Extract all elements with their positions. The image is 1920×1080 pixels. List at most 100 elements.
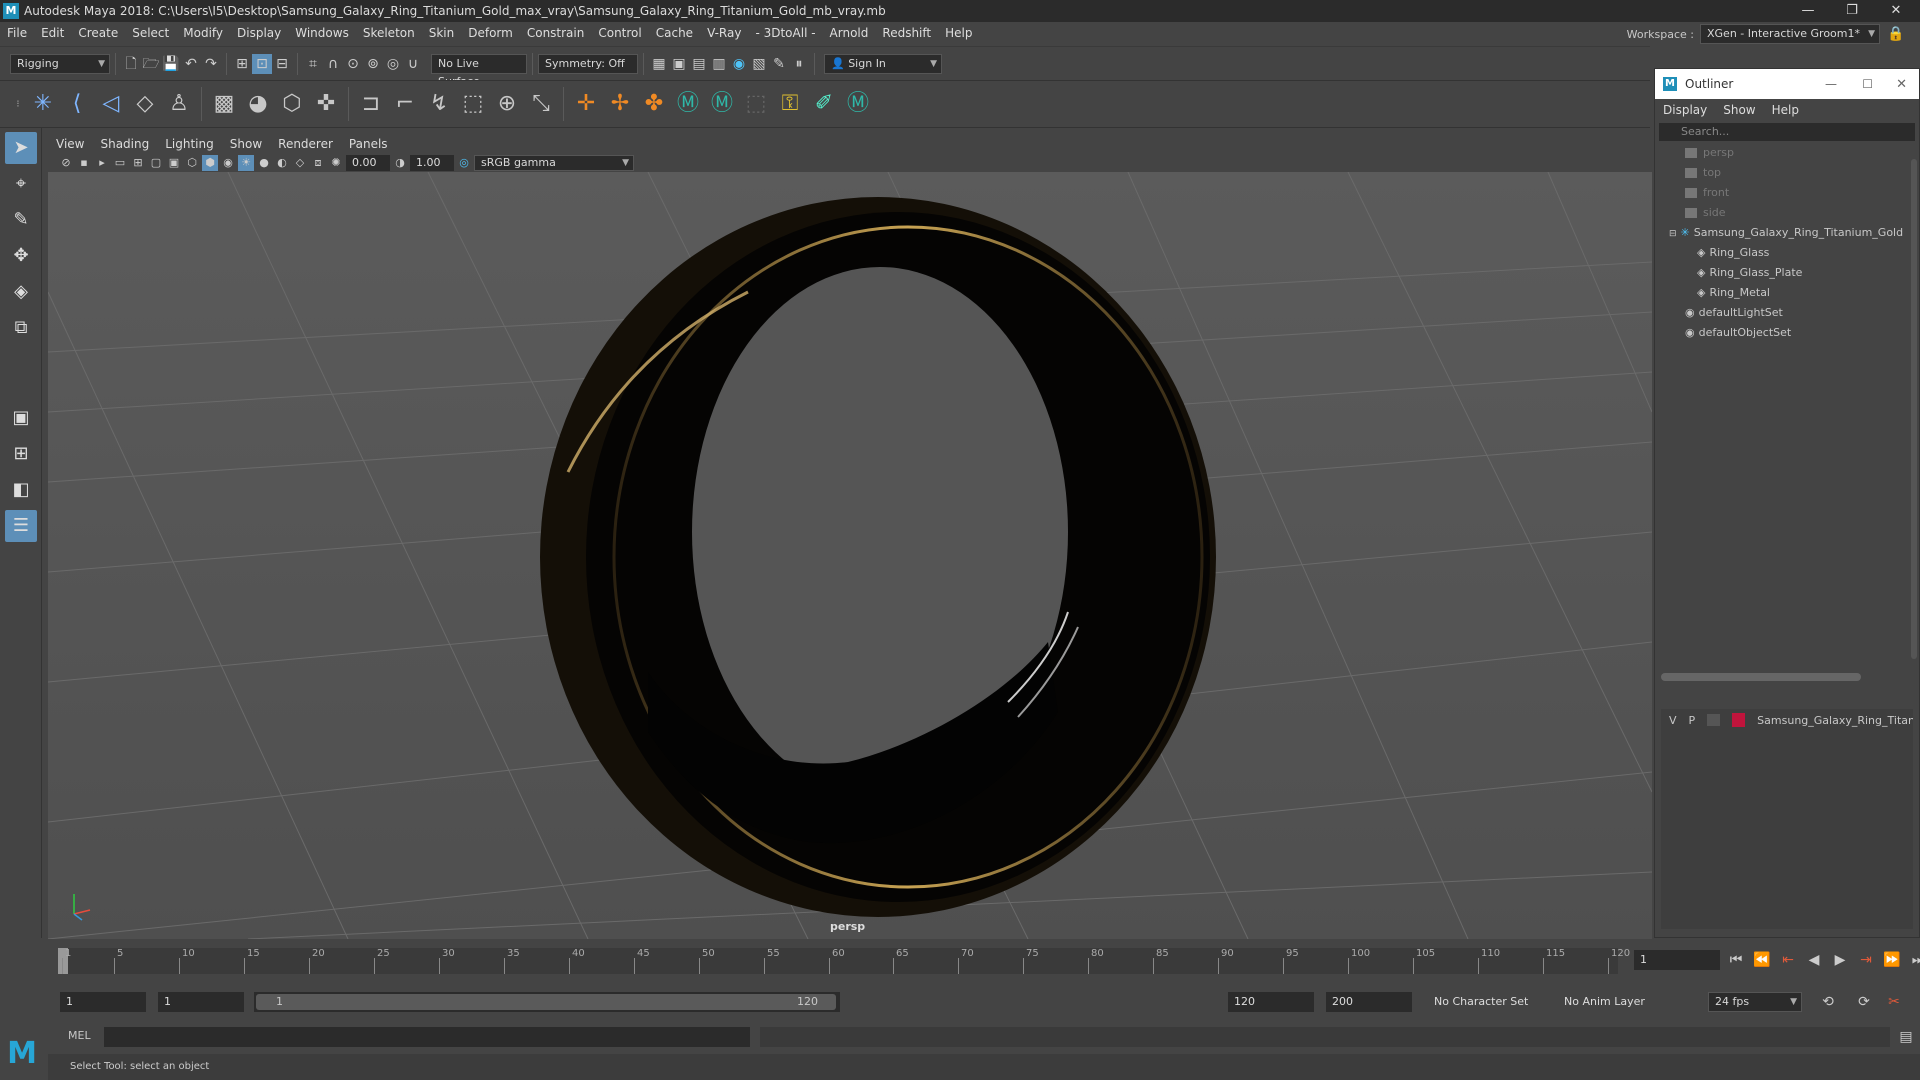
- color-management-icon[interactable]: ◎: [456, 155, 472, 171]
- start-time-field[interactable]: 1: [60, 992, 146, 1012]
- close-button[interactable]: ✕: [1874, 0, 1918, 22]
- camera-select-icon[interactable]: ⊘: [58, 155, 74, 171]
- menu-skin[interactable]: Skin: [422, 22, 462, 44]
- range-slider-bar[interactable]: 1 120: [254, 992, 840, 1012]
- shadows-icon[interactable]: ●: [256, 155, 272, 171]
- lasso-tool-icon[interactable]: ⌖: [5, 168, 37, 200]
- render-view-icon[interactable]: ▦: [649, 54, 669, 74]
- snap-surface-icon[interactable]: ◎: [383, 54, 403, 74]
- exposure-icon[interactable]: ✺: [328, 155, 344, 171]
- nonlinear-icon[interactable]: ⬚: [458, 89, 488, 119]
- playback-start-field[interactable]: 1: [158, 992, 244, 1012]
- orient-constraint-icon[interactable]: ✤: [639, 89, 669, 119]
- redo-icon[interactable]: ↷: [201, 54, 221, 74]
- time-slider-track[interactable]: 1 5 10 15 20 25 30 35 40 45 50 55 60 65 70 75 80 85 90 95 10…: [58, 948, 1630, 974]
- restore-button[interactable]: ❐: [1830, 0, 1874, 22]
- select-component-icon[interactable]: ⊟: [272, 54, 292, 74]
- light-editor-icon[interactable]: ▧: [749, 54, 769, 74]
- rotate-tool-icon[interactable]: ◈: [5, 276, 37, 308]
- select-object-icon[interactable]: ⊡: [252, 53, 272, 74]
- point-constraint-icon[interactable]: ✛: [571, 89, 601, 119]
- menu-select[interactable]: Select: [125, 22, 176, 44]
- outliner-vscrollbar[interactable]: [1911, 159, 1917, 659]
- outliner-item-ring-metal[interactable]: ◈ Ring_Metal: [1697, 283, 1919, 303]
- aim-constraint-icon[interactable]: ✢: [605, 89, 635, 119]
- viewport-menu-view[interactable]: View: [48, 134, 92, 154]
- auto-key-icon[interactable]: ⟳: [1854, 992, 1874, 1012]
- play-forward-icon[interactable]: ▶: [1830, 950, 1850, 970]
- hypershade-icon[interactable]: ◉: [729, 54, 749, 74]
- single-perspective-icon[interactable]: ▣: [5, 402, 37, 434]
- humanik-icon[interactable]: ♙: [164, 89, 194, 119]
- menu-cache[interactable]: Cache: [649, 22, 700, 44]
- resolution-gate-icon[interactable]: ▣: [166, 155, 182, 171]
- loop-icon[interactable]: ⟲: [1818, 992, 1838, 1012]
- image-plane-icon[interactable]: ▭: [112, 155, 128, 171]
- wire-deformer-icon[interactable]: ↯: [424, 89, 454, 119]
- outliner-item-front[interactable]: front: [1685, 183, 1919, 203]
- outliner-item-side[interactable]: side: [1685, 203, 1919, 223]
- menu-vray[interactable]: V-Ray: [700, 22, 748, 44]
- colorspace-dropdown[interactable]: sRGB gamma ▼: [474, 155, 634, 171]
- film-gate-icon[interactable]: ▢: [148, 155, 164, 171]
- grid-toggle-icon[interactable]: ⊞: [130, 155, 146, 171]
- close-icon[interactable]: ✕: [1896, 77, 1907, 92]
- pole-vector-icon[interactable]: Ⓜ: [707, 89, 737, 119]
- layer-color-swatch[interactable]: [1732, 713, 1746, 727]
- play-backward-icon[interactable]: ◀: [1804, 950, 1824, 970]
- ik-handle-icon[interactable]: ⟨: [62, 89, 92, 119]
- menu-control[interactable]: Control: [591, 22, 648, 44]
- isolate-icon[interactable]: ◇: [292, 155, 308, 171]
- camera-attr-icon[interactable]: ▪: [76, 155, 92, 171]
- viewport-menu-renderer[interactable]: Renderer: [270, 134, 341, 154]
- select-hierarchy-icon[interactable]: ⊞: [232, 54, 252, 74]
- viewport-persp[interactable]: [48, 172, 1652, 939]
- menu-windows[interactable]: Windows: [288, 22, 356, 44]
- script-editor-icon[interactable]: ▤: [1896, 1027, 1916, 1047]
- layer-playback-toggle[interactable]: P: [1689, 714, 1696, 727]
- outliner-search-input[interactable]: Search...: [1659, 123, 1915, 141]
- end-time-field[interactable]: 200: [1326, 992, 1412, 1012]
- parent-constraint-icon[interactable]: Ⓜ: [673, 89, 703, 119]
- menu-help[interactable]: Help: [938, 22, 979, 44]
- ik-spline-icon[interactable]: ◁: [96, 89, 126, 119]
- outliner-layout-icon[interactable]: ☰: [5, 510, 37, 542]
- menu-deform[interactable]: Deform: [461, 22, 520, 44]
- cluster-icon[interactable]: ⊐: [356, 89, 386, 119]
- maximize-icon[interactable]: ☐: [1862, 77, 1873, 91]
- symmetry-dropdown[interactable]: Symmetry: Off: [538, 53, 638, 74]
- menu-modify[interactable]: Modify: [176, 22, 230, 44]
- range-slider-handle[interactable]: 1 120: [256, 994, 836, 1010]
- menu-set-dropdown[interactable]: Rigging ▼: [10, 53, 110, 74]
- create-joint-icon[interactable]: ✳: [28, 89, 58, 119]
- smooth-shade-icon[interactable]: ⬢: [202, 155, 218, 171]
- menu-3dtoall[interactable]: - 3DtoAll -: [748, 22, 822, 44]
- command-input[interactable]: [104, 1027, 750, 1047]
- sign-in-button[interactable]: 👤 Sign In ▼: [824, 53, 942, 74]
- outliner-item-persp[interactable]: persp: [1685, 143, 1919, 163]
- snap-curve-icon[interactable]: ∩: [323, 54, 343, 74]
- collapse-icon[interactable]: ⊟: [1669, 229, 1677, 239]
- menu-display[interactable]: Display: [230, 22, 288, 44]
- layer-name[interactable]: Samsung_Galaxy_Ring_Titaniu: [1757, 714, 1913, 727]
- anim-layer-dropdown[interactable]: No Anim Layer: [1558, 992, 1668, 1012]
- menu-file[interactable]: File: [0, 22, 34, 44]
- gamma-icon[interactable]: ◑: [392, 155, 408, 171]
- bookmark-icon[interactable]: ▸: [94, 155, 110, 171]
- paint-weights-icon[interactable]: ◇: [130, 89, 160, 119]
- render-settings-icon[interactable]: ▥: [709, 54, 729, 74]
- outliner-item-ring-glass[interactable]: ◈ Ring_Glass: [1697, 243, 1919, 263]
- snap-grid-icon[interactable]: ⌗: [303, 54, 323, 74]
- bind-skin-icon[interactable]: ▩: [209, 89, 239, 119]
- minimize-button[interactable]: —: [1786, 0, 1830, 22]
- outliner-item-default-light-set[interactable]: ◉ defaultLightSet: [1685, 303, 1919, 323]
- viewport-menu-lighting[interactable]: Lighting: [157, 134, 222, 154]
- step-back-icon[interactable]: ⏪: [1752, 950, 1772, 970]
- smooth-bind-icon[interactable]: ◕: [243, 89, 273, 119]
- xray-icon[interactable]: ⧈: [310, 155, 326, 171]
- step-forward-icon[interactable]: ⏩: [1882, 950, 1902, 970]
- lock-icon[interactable]: 🔒: [1886, 24, 1906, 44]
- layer-type-box[interactable]: [1707, 714, 1721, 726]
- undo-icon[interactable]: ↶: [181, 54, 201, 74]
- pause-icon[interactable]: ⏸: [789, 54, 809, 74]
